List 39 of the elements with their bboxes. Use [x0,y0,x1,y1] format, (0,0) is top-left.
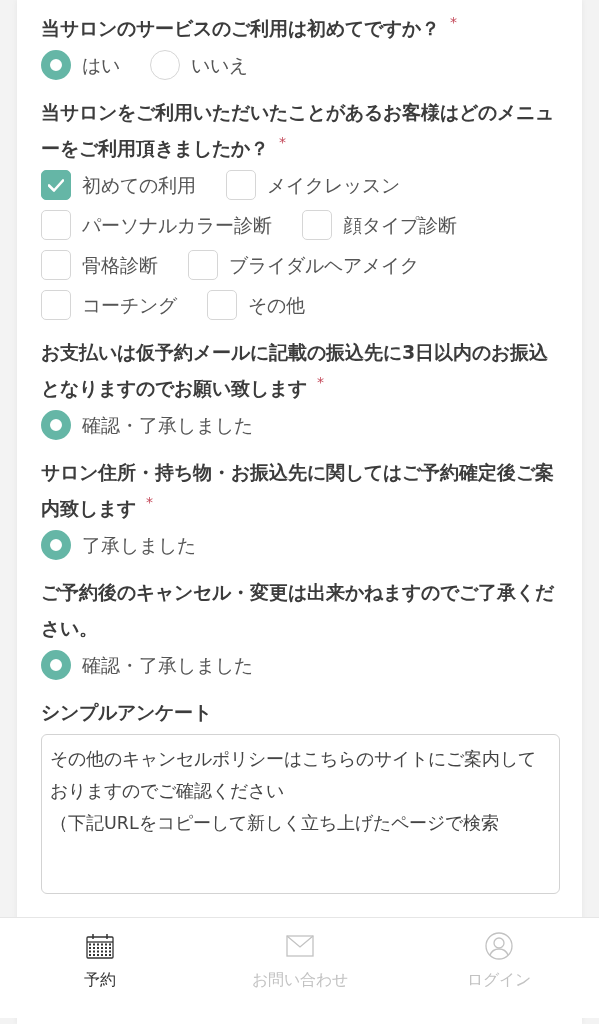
option-label: コーチング [82,293,177,318]
check-icon [48,178,64,192]
envelope-icon [285,932,314,960]
checkbox[interactable] [226,170,256,200]
radio-button[interactable] [41,50,71,80]
question-title: シンプルアンケート [41,700,213,725]
option-label: 了承しました [82,533,196,558]
option-label: 初めての利用 [82,173,196,198]
checkbox[interactable] [41,210,71,240]
option-label: 顔タイプ診断 [343,213,457,238]
option-label: はい [82,53,120,78]
radio-button[interactable] [41,530,71,560]
question-title: サロン住所・持ち物・お振込先に関してはご予約確定後ご案内致します$^{*}$ [41,460,555,521]
question-title: 当サロンのサービスのご利用は初めてですか？$^{*}$ [41,13,458,41]
option-label: その他 [248,293,305,318]
checkbox[interactable] [41,170,71,200]
option-label: 確認・了承しました [82,413,253,438]
option-label: ブライダルヘアメイク [229,253,419,278]
option-label: パーソナルカラー診断 [82,213,272,238]
user-icon [485,932,514,960]
question-title: お支払いは仮予約メールに記載の振込先に3日以内のお振込となりますのでお願い致します$^{*}$ [41,340,550,401]
checkbox[interactable] [302,210,332,240]
text-line: （下記URLをコピーして新しく立ち上げたページで検索 [50,812,500,835]
radio-button[interactable] [41,650,71,680]
checkbox[interactable] [207,290,237,320]
calendar-icon [85,932,114,960]
option-label: 骨格診断 [82,253,158,278]
radio-button[interactable] [41,410,71,440]
text-area[interactable]: その他のキャンセルポリシーはこちらのサイトにご案内しておりますのでご確認ください （下記URLをコピーして新しく立ち上げたページで検索 [41,734,560,894]
question-title: 当サロンをご利用いただいたことがあるお客様はどのメニューをご利用頂きましたか？$^{*}$ [41,100,555,161]
option-label: いいえ [191,53,248,78]
tab[interactable]: 予約 [0,918,200,1018]
question-title: ご予約後のキャンセル・変更は出来かねますのでご了承ください。 [41,580,555,641]
checkbox[interactable] [41,250,71,280]
option-label: 確認・了承しました [82,653,253,678]
text-line: その他のキャンセルポリシーはこちらのサイトにご案内しておりますのでご確認ください [50,748,537,803]
checkbox[interactable] [188,250,218,280]
checkbox[interactable] [41,290,71,320]
option-label: メイクレッスン [267,173,400,198]
